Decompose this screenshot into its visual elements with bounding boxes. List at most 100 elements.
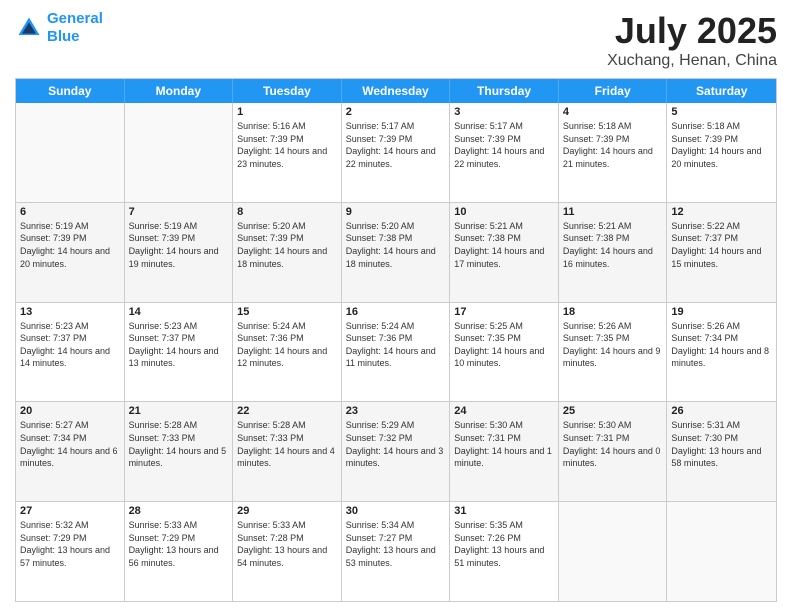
calendar-cell: 24 Sunrise: 5:30 AM Sunset: 7:31 PM Dayli… (450, 402, 559, 501)
calendar-cell: 29 Sunrise: 5:33 AM Sunset: 7:28 PM Dayli… (233, 502, 342, 601)
day-number: 18 (563, 306, 663, 318)
calendar-cell: 1 Sunrise: 5:16 AM Sunset: 7:39 PM Daylig… (233, 103, 342, 202)
calendar-cell: 12Sunrise: 5:22 AM Sunset: 7:37 PM Dayli… (667, 203, 776, 302)
cell-info: Sunrise: 5:30 AM Sunset: 7:31 PM Dayligh… (454, 419, 554, 469)
cell-info: Sunrise: 5:23 AM Sunset: 7:37 PM Dayligh… (129, 320, 229, 370)
day-number: 30 (346, 505, 446, 517)
calendar-cell (16, 103, 125, 202)
calendar-cell: 4 Sunrise: 5:18 AM Sunset: 7:39 PM Daylig… (559, 103, 668, 202)
cell-info: Sunrise: 5:19 AM Sunset: 7:39 PM Dayligh… (20, 220, 120, 270)
day-number: 24 (454, 405, 554, 417)
calendar-cell: 6 Sunrise: 5:19 AM Sunset: 7:39 PM Daylig… (16, 203, 125, 302)
cell-info: Sunrise: 5:20 AM Sunset: 7:39 PM Dayligh… (237, 220, 337, 270)
calendar-cell (667, 502, 776, 601)
subtitle: Xuchang, Henan, China (607, 52, 777, 70)
calendar-cell: 13 Sunrise: 5:23 AM Sunset: 7:37 PM Dayli… (16, 303, 125, 402)
cell-info: Sunrise: 5:17 AM Sunset: 7:39 PM Dayligh… (346, 120, 446, 170)
day-number: 27 (20, 505, 120, 517)
cell-info: Sunrise: 5:28 AM Sunset: 7:33 PM Dayligh… (129, 419, 229, 469)
cell-info: Sunrise: 5:24 AM Sunset: 7:36 PM Dayligh… (237, 320, 337, 370)
day-number: 29 (237, 505, 337, 517)
day-number: 16 (346, 306, 446, 318)
cell-info: Sunrise: 5:20 AM Sunset: 7:38 PM Dayligh… (346, 220, 446, 270)
cell-info: Sunrise: 5:27 AM Sunset: 7:34 PM Dayligh… (20, 419, 120, 469)
calendar-cell: 9 Sunrise: 5:20 AM Sunset: 7:38 PM Daylig… (342, 203, 451, 302)
cell-info: Sunrise: 5:26 AM Sunset: 7:34 PM Dayligh… (671, 320, 772, 370)
calendar-cell: 17 Sunrise: 5:25 AM Sunset: 7:35 PM Dayli… (450, 303, 559, 402)
calendar-cell: 7Sunrise: 5:19 AM Sunset: 7:39 PM Daylig… (125, 203, 234, 302)
cell-info: Sunrise: 5:29 AM Sunset: 7:32 PM Dayligh… (346, 419, 446, 469)
calendar-cell: 10 Sunrise: 5:21 AM Sunset: 7:38 PM Dayli… (450, 203, 559, 302)
day-number: 12 (671, 206, 772, 218)
calendar-row-2: 13 Sunrise: 5:23 AM Sunset: 7:37 PM Dayli… (16, 302, 776, 402)
day-number: 8 (237, 206, 337, 218)
day-number: 6 (20, 206, 120, 218)
calendar-cell (125, 103, 234, 202)
header-day-wednesday: Wednesday (342, 79, 451, 103)
cell-info: Sunrise: 5:16 AM Sunset: 7:39 PM Dayligh… (237, 120, 337, 170)
cell-info: Sunrise: 5:25 AM Sunset: 7:35 PM Dayligh… (454, 320, 554, 370)
cell-info: Sunrise: 5:18 AM Sunset: 7:39 PM Dayligh… (563, 120, 663, 170)
calendar-cell (559, 502, 668, 601)
day-number: 15 (237, 306, 337, 318)
calendar: SundayMondayTuesdayWednesdayThursdayFrid… (15, 78, 777, 602)
day-number: 26 (671, 405, 772, 417)
calendar-header: SundayMondayTuesdayWednesdayThursdayFrid… (16, 79, 776, 103)
logo-line1: General (47, 10, 103, 27)
calendar-cell: 30 Sunrise: 5:34 AM Sunset: 7:27 PM Dayli… (342, 502, 451, 601)
calendar-body: 1 Sunrise: 5:16 AM Sunset: 7:39 PM Daylig… (16, 103, 776, 601)
day-number: 11 (563, 206, 663, 218)
header-day-saturday: Saturday (667, 79, 776, 103)
calendar-cell: 3Sunrise: 5:17 AM Sunset: 7:39 PM Daylig… (450, 103, 559, 202)
cell-info: Sunrise: 5:21 AM Sunset: 7:38 PM Dayligh… (454, 220, 554, 270)
main-title: July 2025 (607, 10, 777, 52)
day-number: 5 (671, 106, 772, 118)
day-number: 20 (20, 405, 120, 417)
calendar-row-3: 20 Sunrise: 5:27 AM Sunset: 7:34 PM Dayli… (16, 401, 776, 501)
cell-info: Sunrise: 5:26 AM Sunset: 7:35 PM Dayligh… (563, 320, 663, 370)
calendar-cell: 21 Sunrise: 5:28 AM Sunset: 7:33 PM Dayli… (125, 402, 234, 501)
cell-info: Sunrise: 5:30 AM Sunset: 7:31 PM Dayligh… (563, 419, 663, 469)
cell-info: Sunrise: 5:21 AM Sunset: 7:38 PM Dayligh… (563, 220, 663, 270)
calendar-cell: 28 Sunrise: 5:33 AM Sunset: 7:29 PM Dayli… (125, 502, 234, 601)
header: General Blue July 2025 Xuchang, Henan, C… (15, 10, 777, 70)
day-number: 7 (129, 206, 229, 218)
day-number: 10 (454, 206, 554, 218)
logo: General Blue (15, 10, 103, 46)
cell-info: Sunrise: 5:33 AM Sunset: 7:28 PM Dayligh… (237, 519, 337, 569)
cell-info: Sunrise: 5:34 AM Sunset: 7:27 PM Dayligh… (346, 519, 446, 569)
calendar-row-1: 6 Sunrise: 5:19 AM Sunset: 7:39 PM Daylig… (16, 202, 776, 302)
cell-info: Sunrise: 5:28 AM Sunset: 7:33 PM Dayligh… (237, 419, 337, 469)
day-number: 3 (454, 106, 554, 118)
day-number: 23 (346, 405, 446, 417)
day-number: 2 (346, 106, 446, 118)
day-number: 9 (346, 206, 446, 218)
day-number: 14 (129, 306, 229, 318)
calendar-cell: 26 Sunrise: 5:31 AM Sunset: 7:30 PM Dayli… (667, 402, 776, 501)
cell-info: Sunrise: 5:23 AM Sunset: 7:37 PM Dayligh… (20, 320, 120, 370)
cell-info: Sunrise: 5:32 AM Sunset: 7:29 PM Dayligh… (20, 519, 120, 569)
day-number: 17 (454, 306, 554, 318)
day-number: 4 (563, 106, 663, 118)
day-number: 21 (129, 405, 229, 417)
calendar-cell: 14 Sunrise: 5:23 AM Sunset: 7:37 PM Dayli… (125, 303, 234, 402)
cell-info: Sunrise: 5:31 AM Sunset: 7:30 PM Dayligh… (671, 419, 772, 469)
calendar-cell: 8 Sunrise: 5:20 AM Sunset: 7:39 PM Daylig… (233, 203, 342, 302)
day-number: 1 (237, 106, 337, 118)
cell-info: Sunrise: 5:33 AM Sunset: 7:29 PM Dayligh… (129, 519, 229, 569)
header-day-sunday: Sunday (16, 79, 125, 103)
calendar-row-0: 1 Sunrise: 5:16 AM Sunset: 7:39 PM Daylig… (16, 103, 776, 202)
logo-text: General Blue (47, 10, 103, 46)
day-number: 25 (563, 405, 663, 417)
cell-info: Sunrise: 5:35 AM Sunset: 7:26 PM Dayligh… (454, 519, 554, 569)
day-number: 19 (671, 306, 772, 318)
day-number: 13 (20, 306, 120, 318)
calendar-cell: 11 Sunrise: 5:21 AM Sunset: 7:38 PM Dayli… (559, 203, 668, 302)
day-number: 31 (454, 505, 554, 517)
day-number: 28 (129, 505, 229, 517)
calendar-cell: 2 Sunrise: 5:17 AM Sunset: 7:39 PM Daylig… (342, 103, 451, 202)
calendar-cell: 18 Sunrise: 5:26 AM Sunset: 7:35 PM Dayli… (559, 303, 668, 402)
logo-icon (15, 14, 43, 42)
calendar-cell: 19 Sunrise: 5:26 AM Sunset: 7:34 PM Dayli… (667, 303, 776, 402)
calendar-cell: 23 Sunrise: 5:29 AM Sunset: 7:32 PM Dayli… (342, 402, 451, 501)
